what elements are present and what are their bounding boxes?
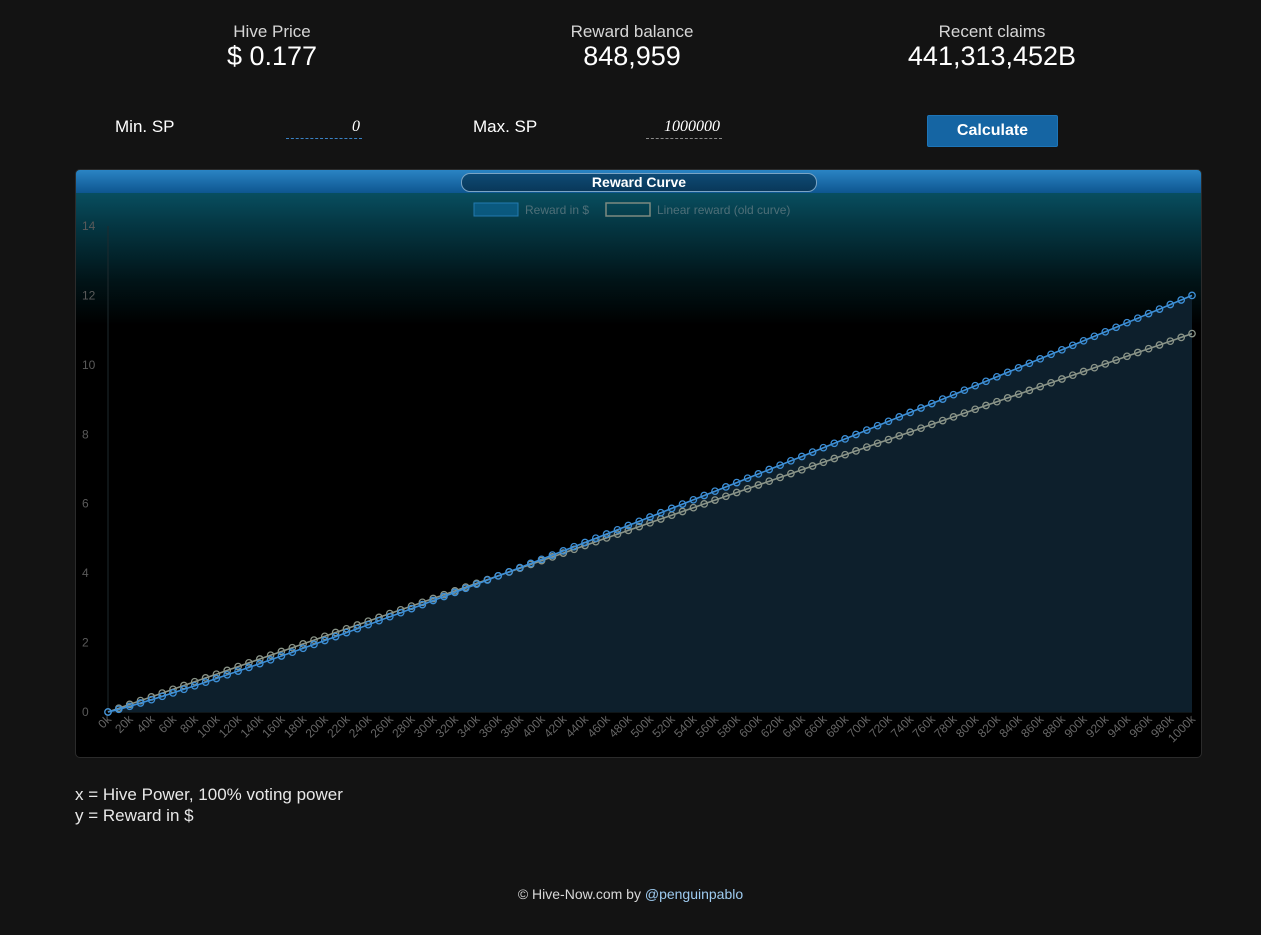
x-tick-label: 860k bbox=[1018, 712, 1047, 741]
x-tick-label: 220k bbox=[324, 712, 353, 741]
x-tick-label: 520k bbox=[649, 712, 678, 741]
x-tick-label: 820k bbox=[975, 712, 1004, 741]
x-tick-label: 840k bbox=[996, 712, 1025, 741]
recent-claims-label: Recent claims bbox=[938, 22, 1046, 41]
x-tick-label: 760k bbox=[910, 712, 939, 741]
x-tick-label: 660k bbox=[801, 712, 830, 741]
y-axis-note: y = Reward in $ bbox=[75, 806, 194, 825]
x-tick-label: 380k bbox=[498, 712, 527, 741]
min-sp-label: Min. SP bbox=[115, 117, 175, 136]
max-sp-input[interactable] bbox=[646, 116, 722, 139]
y-tick-label: 4 bbox=[82, 566, 89, 580]
x-tick-label: 940k bbox=[1105, 712, 1134, 741]
x-tick-label: 560k bbox=[693, 712, 722, 741]
x-tick-label: 540k bbox=[671, 712, 700, 741]
reward-balance-value: 848,959 bbox=[583, 41, 681, 71]
recent-claims-stat: Recent claims 441,313,452B bbox=[862, 22, 1122, 70]
x-tick-label: 300k bbox=[411, 712, 440, 741]
x-tick-label: 780k bbox=[931, 712, 960, 741]
x-tick-label: 420k bbox=[541, 712, 570, 741]
x-tick-label: 0k bbox=[95, 712, 115, 732]
footer: © Hive-Now.com by @penguinpablo bbox=[0, 886, 1261, 902]
x-tick-label: 160k bbox=[259, 712, 288, 741]
hive-price-label: Hive Price bbox=[233, 22, 311, 41]
min-sp-input[interactable] bbox=[286, 116, 362, 139]
x-tick-label: 640k bbox=[780, 712, 809, 741]
x-tick-label: 100k bbox=[194, 712, 223, 741]
legend-swatch-reward bbox=[473, 202, 519, 217]
x-tick-label: 500k bbox=[628, 712, 657, 741]
x-tick-label: 580k bbox=[715, 712, 744, 741]
x-tick-label: 320k bbox=[433, 712, 462, 741]
y-tick-label: 8 bbox=[82, 427, 89, 441]
legend-label-reward: Reward in $ bbox=[525, 203, 589, 217]
y-tick-label: 0 bbox=[82, 705, 89, 719]
y-tick-label: 12 bbox=[82, 288, 96, 302]
author-link[interactable]: @penguinpablo bbox=[645, 886, 743, 902]
x-tick-label: 260k bbox=[368, 712, 397, 741]
x-tick-label: 360k bbox=[476, 712, 505, 741]
reward-curve-chart-panel: Reward Curve 0 2 4 6 8 10 12 14 0k 20k 40k 60k 80k 10… bbox=[75, 169, 1202, 758]
x-tick-label: 280k bbox=[389, 712, 418, 741]
x-tick-label: 140k bbox=[238, 712, 267, 741]
x-tick-label: 240k bbox=[346, 712, 375, 741]
reward-area-fill bbox=[108, 295, 1192, 712]
x-tick-label: 480k bbox=[606, 712, 635, 741]
legend-swatch-linear bbox=[605, 202, 651, 217]
x-tick-label: 440k bbox=[563, 712, 592, 741]
x-tick-label: 800k bbox=[953, 712, 982, 741]
x-tick-label: 740k bbox=[888, 712, 917, 741]
x-tick-label: 920k bbox=[1083, 712, 1112, 741]
legend-label-linear: Linear reward (old curve) bbox=[657, 203, 790, 217]
x-tick-label: 120k bbox=[216, 712, 245, 741]
hive-price-value: $ 0.177 bbox=[226, 41, 318, 71]
y-tick-label: 10 bbox=[82, 358, 96, 372]
x-tick-label: 900k bbox=[1061, 712, 1090, 741]
reward-curve-chart: 024681012140k20k40k60k80k100k120k140k160… bbox=[82, 202, 1199, 745]
x-tick-label: 700k bbox=[845, 712, 874, 741]
x-tick-label: 200k bbox=[303, 712, 332, 741]
max-sp-label: Max. SP bbox=[473, 117, 538, 136]
x-tick-label: 460k bbox=[584, 712, 613, 741]
calculate-button[interactable]: Calculate bbox=[927, 115, 1058, 147]
x-tick-label: 600k bbox=[736, 712, 765, 741]
recent-claims-value: 441,313,452B bbox=[907, 41, 1077, 71]
reward-balance-label: Reward balance bbox=[570, 22, 694, 41]
footer-text: © Hive-Now.com by bbox=[517, 886, 645, 902]
x-tick-label: 960k bbox=[1126, 712, 1155, 741]
x-axis-note: x = Hive Power, 100% voting power bbox=[75, 785, 343, 804]
x-tick-label: 680k bbox=[823, 712, 852, 741]
x-tick-label: 720k bbox=[866, 712, 895, 741]
x-tick-label: 620k bbox=[758, 712, 787, 741]
x-tick-label: 180k bbox=[281, 712, 310, 741]
reward-balance-stat: Reward balance 848,959 bbox=[502, 22, 762, 70]
x-tick-label: 40k bbox=[134, 712, 158, 736]
y-tick-label: 14 bbox=[82, 219, 96, 233]
x-tick-label: 20k bbox=[112, 712, 136, 736]
x-tick-label: 400k bbox=[519, 712, 548, 741]
x-tick-label: 60k bbox=[156, 712, 180, 736]
y-tick-label: 6 bbox=[82, 497, 89, 511]
y-tick-label: 2 bbox=[82, 636, 89, 650]
x-tick-label: 340k bbox=[454, 712, 483, 741]
x-tick-label: 880k bbox=[1040, 712, 1069, 741]
hive-price-stat: Hive Price $ 0.177 bbox=[142, 22, 402, 70]
